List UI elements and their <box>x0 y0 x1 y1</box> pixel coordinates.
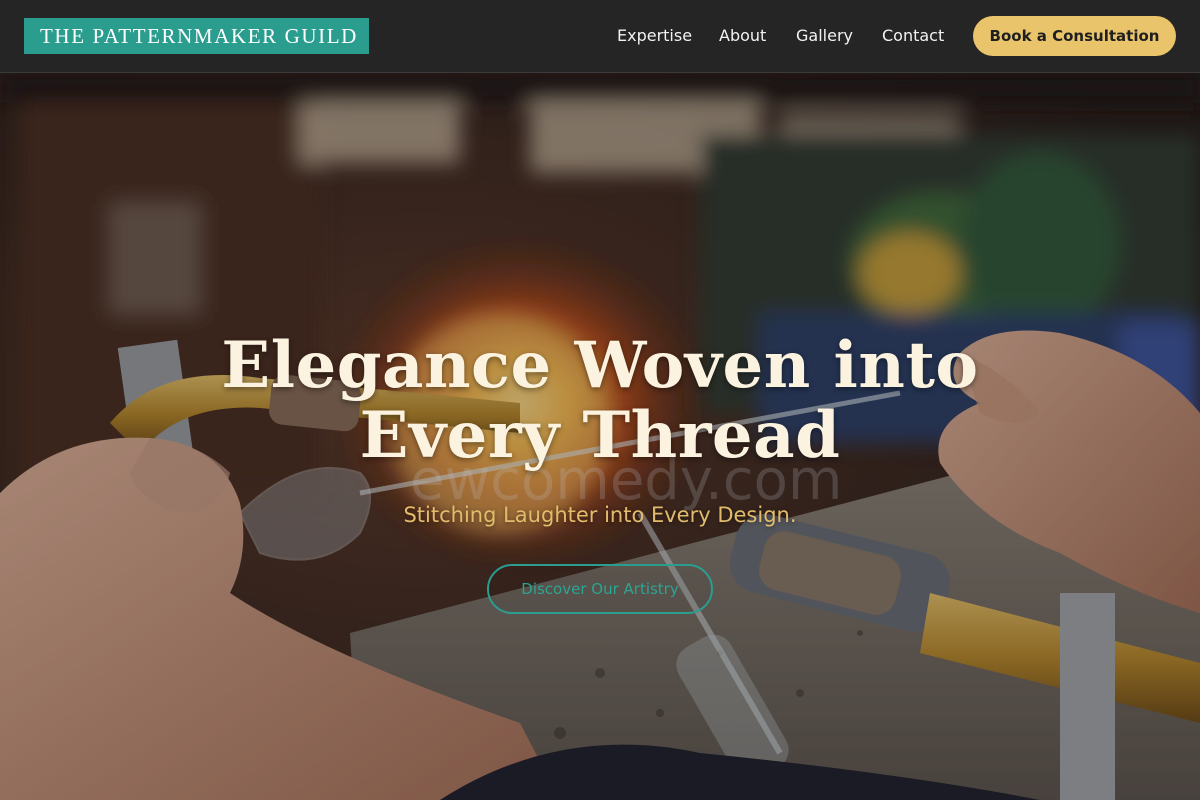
site-header: THE PATTERNMAKER GUILD Expertise About G… <box>0 0 1200 73</box>
discover-artistry-button[interactable]: Discover Our Artistry <box>487 564 713 614</box>
hero-title: Elegance Woven into Every Thread <box>0 331 1200 471</box>
nav-link-contact[interactable]: Contact <box>882 26 944 46</box>
nav-link-gallery[interactable]: Gallery <box>796 26 853 46</box>
book-consultation-button[interactable]: Book a Consultation <box>973 16 1176 56</box>
hero-section: ewcomedy.com Elegance Woven into Every T… <box>0 73 1200 800</box>
hero-subtitle: Stitching Laughter into Every Design. <box>403 503 797 527</box>
site-logo[interactable]: THE PATTERNMAKER GUILD <box>24 18 369 54</box>
nav-link-expertise[interactable]: Expertise <box>617 26 692 46</box>
hero-title-line-1: Elegance Woven into <box>221 328 979 403</box>
hero-title-line-2: Every Thread <box>359 398 841 473</box>
nav-link-about[interactable]: About <box>719 26 766 46</box>
